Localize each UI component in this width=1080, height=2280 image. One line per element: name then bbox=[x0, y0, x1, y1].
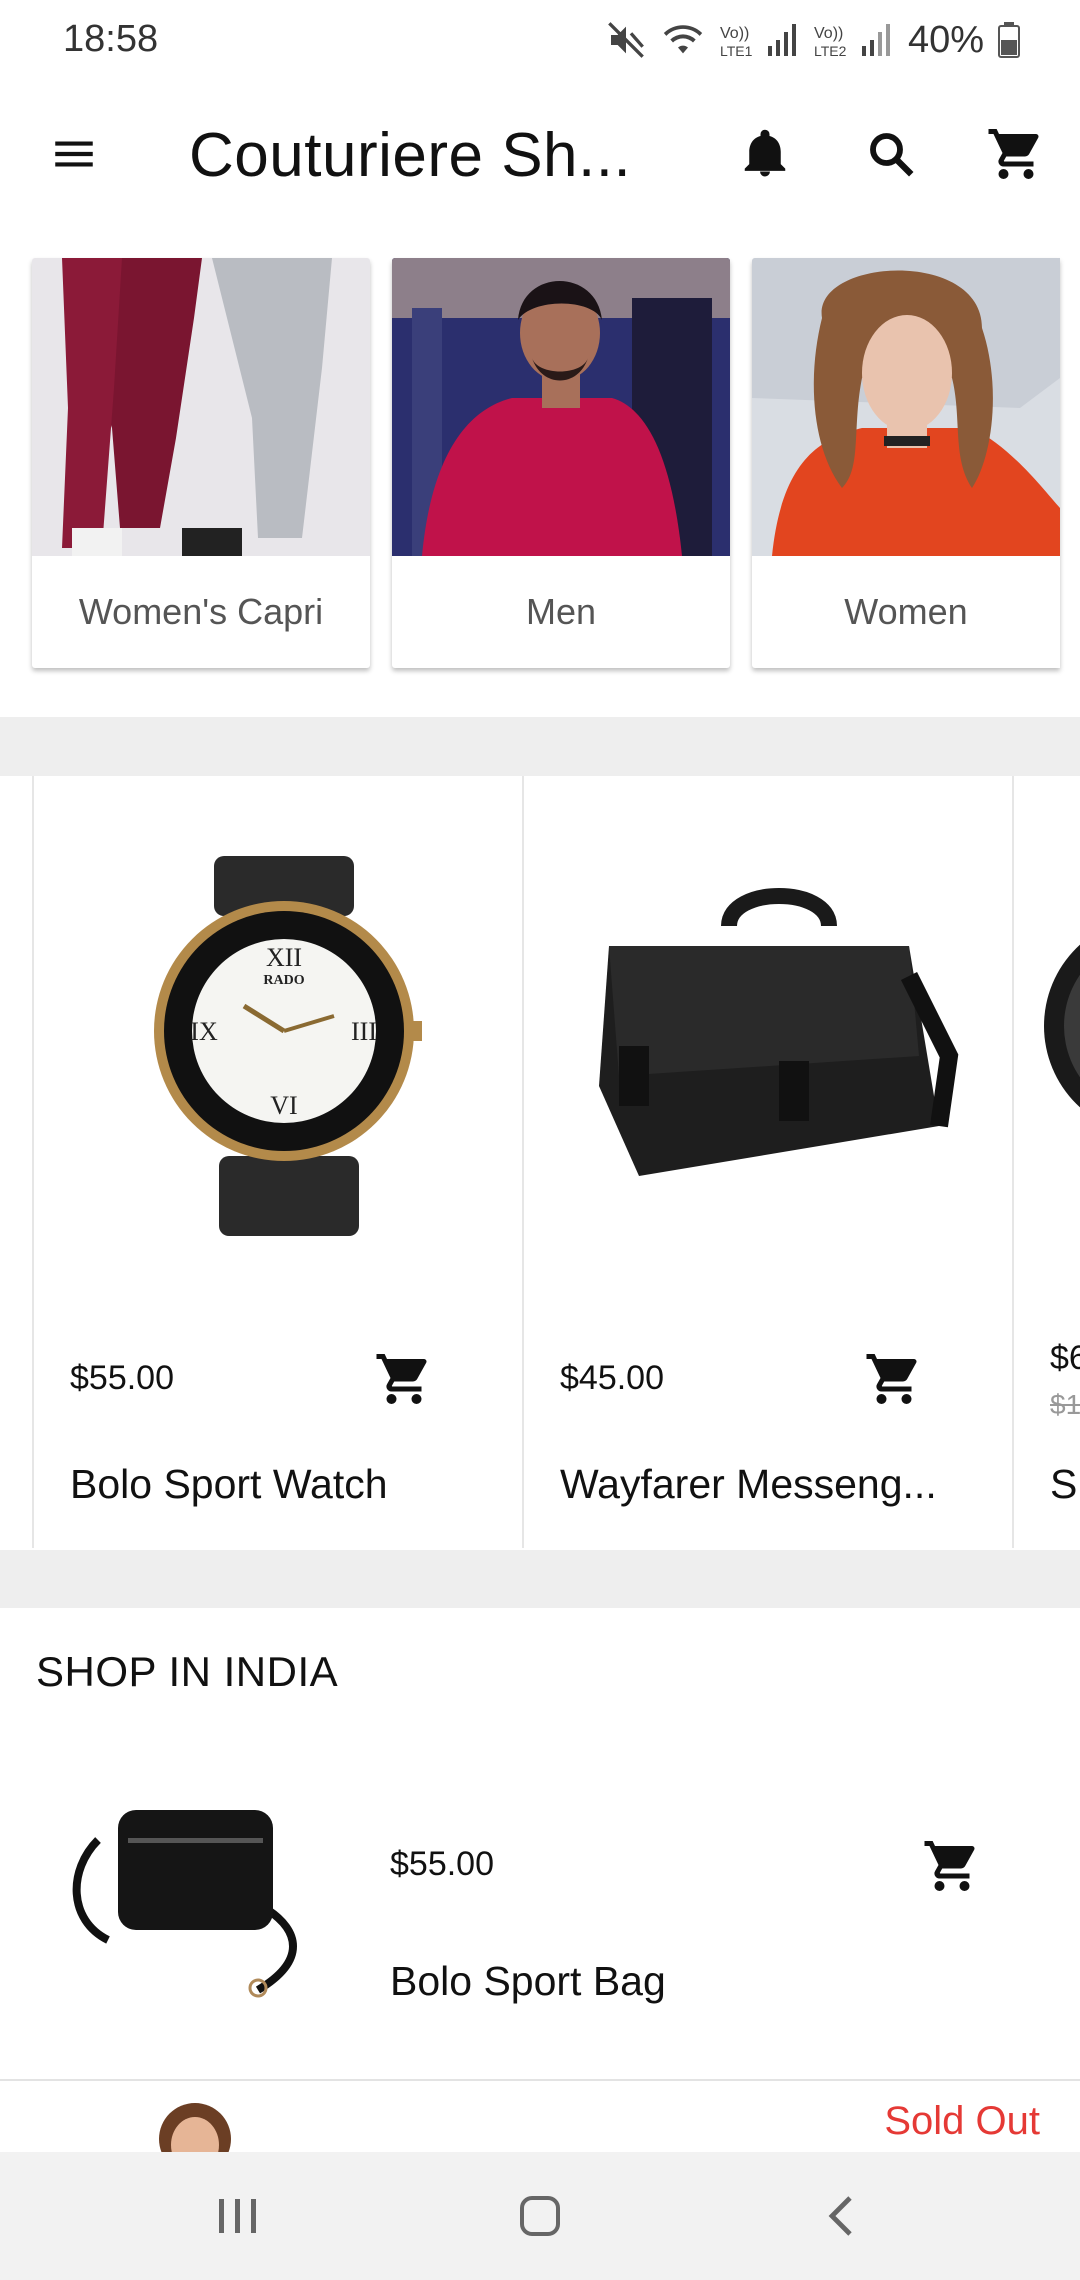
product-name: Bolo Sport Bag bbox=[390, 1958, 666, 2004]
product-image-sport-bag bbox=[72, 1810, 297, 1998]
cart-button[interactable] bbox=[984, 122, 1048, 186]
product-card-partial[interactable]: $6 $1 S bbox=[1012, 776, 1080, 1548]
system-nav-bar bbox=[0, 2152, 1080, 2280]
home-button[interactable] bbox=[500, 2180, 580, 2252]
svg-text:Vo)): Vo)) bbox=[720, 25, 749, 42]
svg-text:XII: XII bbox=[266, 943, 302, 972]
bell-icon bbox=[744, 129, 786, 177]
product-image-partial-person bbox=[159, 2103, 231, 2152]
product-price: $55.00 bbox=[390, 1845, 494, 1883]
mute-icon bbox=[608, 22, 644, 58]
product-image-watch: RADO XII VI IX III bbox=[154, 856, 422, 1236]
product-old-price: $1 bbox=[1050, 1389, 1080, 1420]
section-separator bbox=[0, 1550, 1080, 1608]
add-to-cart-button[interactable] bbox=[922, 1836, 982, 1896]
category-card-men[interactable]: Men bbox=[392, 258, 730, 668]
cart-icon bbox=[924, 1841, 975, 1891]
back-icon bbox=[828, 2196, 852, 2236]
category-image-capri bbox=[32, 258, 370, 556]
product-name: Wayfarer Messeng... bbox=[560, 1461, 937, 1507]
menu-button[interactable] bbox=[42, 122, 106, 186]
back-button[interactable] bbox=[802, 2180, 882, 2252]
cart-icon bbox=[988, 129, 1039, 179]
section-title: SHOP IN INDIA bbox=[36, 1648, 339, 1695]
product-card-bolo-sport-watch[interactable]: RADO XII VI IX III $55.00 Bolo Sport Wat… bbox=[32, 776, 522, 1548]
status-icons: Vo)) LTE1 Vo)) LTE2 40% bbox=[606, 14, 1020, 66]
svg-text:LTE1: LTE1 bbox=[720, 43, 753, 59]
list-item-sold-out[interactable]: Sold Out bbox=[0, 2081, 1080, 2152]
product-image-partial bbox=[1044, 944, 1080, 1108]
battery-percent: 40% bbox=[907, 18, 984, 61]
wifi-icon bbox=[663, 25, 703, 54]
add-to-cart-button[interactable] bbox=[374, 1349, 434, 1409]
svg-text:VI: VI bbox=[270, 1091, 297, 1120]
lte2-signal-icon: Vo))LTE2 bbox=[814, 24, 890, 59]
svg-text:RADO: RADO bbox=[263, 973, 304, 988]
menu-icon bbox=[55, 141, 93, 167]
category-card-women[interactable]: Women bbox=[752, 258, 1060, 668]
app-title: Couturiere Sh... bbox=[189, 121, 632, 190]
category-label: Women's Capri bbox=[78, 591, 324, 632]
product-price: $6 bbox=[1050, 1339, 1080, 1377]
sold-out-badge: Sold Out bbox=[884, 2099, 1040, 2143]
product-name: S bbox=[1050, 1461, 1078, 1507]
product-card-wayfarer-messenger[interactable]: $45.00 Wayfarer Messeng... bbox=[522, 776, 1012, 1548]
recent-apps-button[interactable] bbox=[198, 2180, 278, 2252]
cart-icon bbox=[866, 1354, 917, 1404]
category-label: Men bbox=[525, 591, 597, 632]
category-image-men bbox=[392, 258, 730, 556]
section-separator bbox=[0, 717, 1080, 776]
status-bar: 18:58 Vo)) LTE1 Vo)) LTE2 40% bbox=[0, 0, 1080, 80]
notifications-button[interactable] bbox=[733, 122, 797, 186]
product-price: $55.00 bbox=[70, 1359, 174, 1397]
category-card-womens-capri[interactable]: Women's Capri bbox=[32, 258, 370, 668]
lte1-signal-icon: Vo))LTE1 bbox=[720, 24, 796, 59]
search-icon bbox=[870, 133, 914, 177]
category-label: Women bbox=[844, 591, 968, 632]
category-image-women bbox=[752, 258, 1060, 556]
search-button[interactable] bbox=[859, 122, 923, 186]
recent-apps-icon bbox=[219, 2199, 256, 2233]
svg-text:IX: IX bbox=[190, 1017, 218, 1046]
home-icon bbox=[520, 2196, 560, 2236]
app-bar: Couturiere Sh... bbox=[0, 80, 1080, 224]
product-image-messenger-bag bbox=[599, 888, 959, 1176]
cart-icon bbox=[376, 1354, 427, 1404]
svg-text:III: III bbox=[351, 1017, 377, 1046]
svg-text:Vo)): Vo)) bbox=[814, 25, 843, 42]
list-item-bolo-sport-bag[interactable]: $55.00 Bolo Sport Bag bbox=[0, 1760, 1080, 2078]
product-price: $45.00 bbox=[560, 1359, 664, 1397]
battery-icon bbox=[998, 22, 1020, 58]
product-name: Bolo Sport Watch bbox=[70, 1461, 388, 1507]
svg-text:LTE2: LTE2 bbox=[814, 43, 847, 59]
add-to-cart-button[interactable] bbox=[864, 1349, 924, 1409]
status-time: 18:58 bbox=[63, 18, 159, 60]
